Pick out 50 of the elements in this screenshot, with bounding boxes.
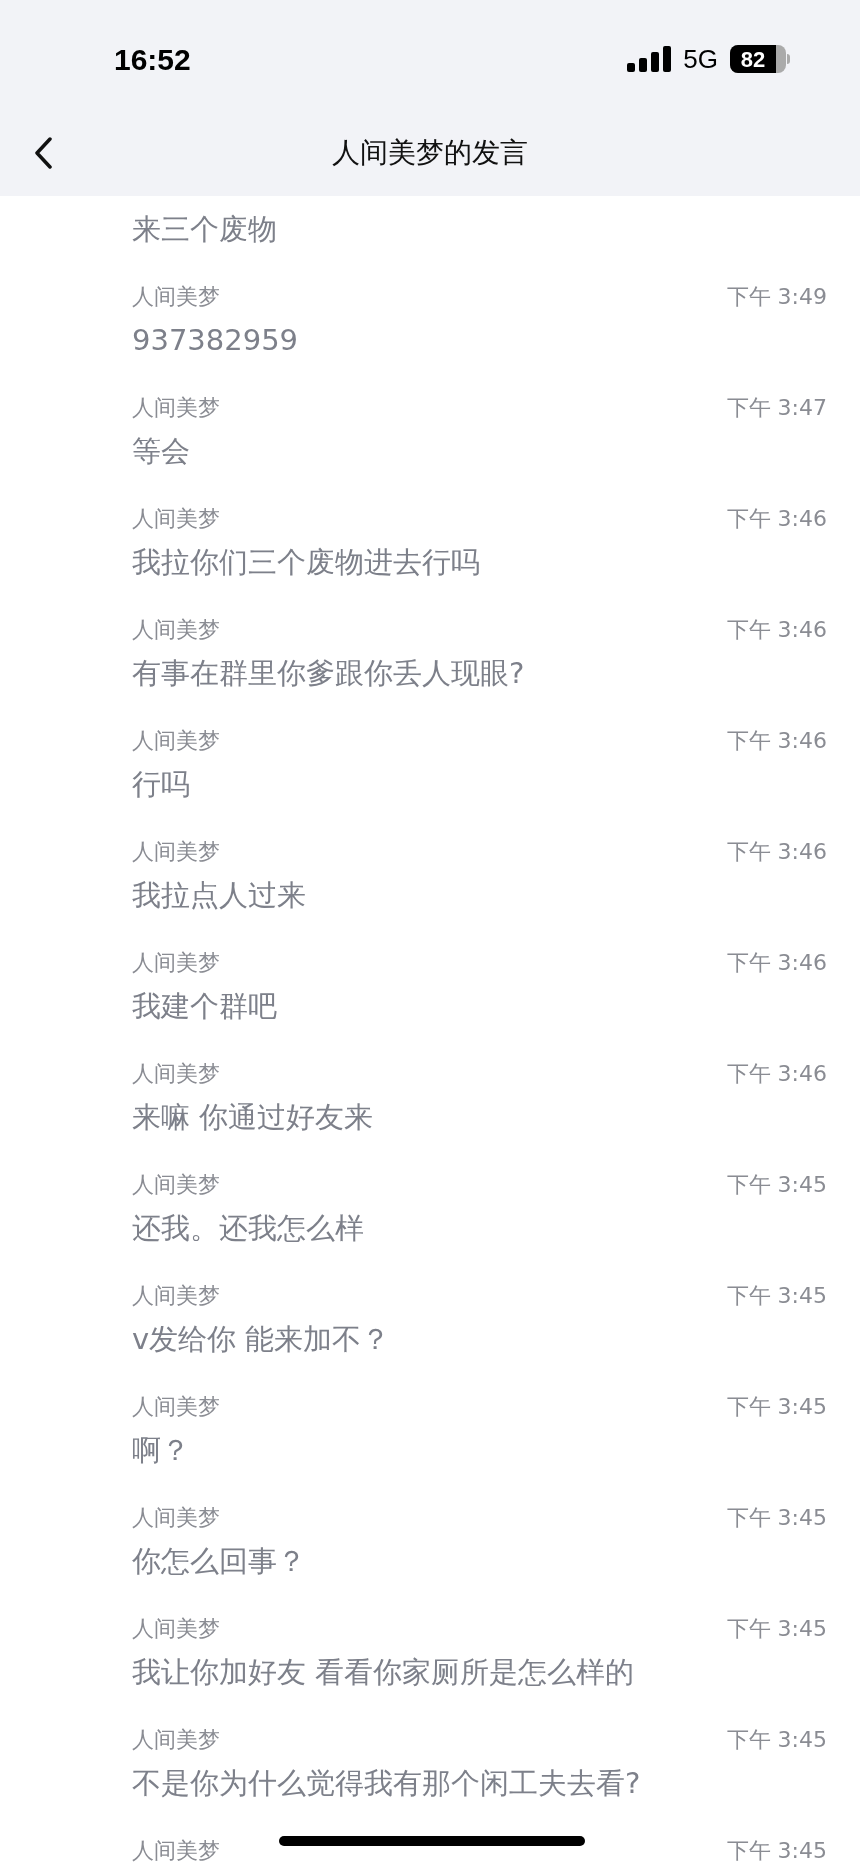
message-time: 下午 3:49 xyxy=(726,282,827,311)
message-time: 下午 3:45 xyxy=(726,1170,827,1199)
message-text: 等会 xyxy=(132,433,190,471)
message-text: v发给你 能来加不？ xyxy=(132,1321,391,1359)
sender-name: 人间美梦 xyxy=(132,282,220,311)
message-text: 不是你为什么觉得我有那个闲工夫去看? xyxy=(132,1765,641,1803)
sender-name: 人间美梦 xyxy=(132,615,220,644)
message-text: 行吗 xyxy=(132,766,190,804)
message-time: 下午 3:46 xyxy=(726,615,827,644)
network-label: 5G xyxy=(683,42,718,76)
message-time: 下午 3:46 xyxy=(726,1059,827,1088)
message-time: 下午 3:45 xyxy=(726,1614,827,1643)
sender-name: 人间美梦 xyxy=(132,1170,220,1199)
sender-name: 人间美梦 xyxy=(132,1281,220,1310)
message-text: 你怎么回事？ xyxy=(132,1543,306,1581)
sender-name: 人间美梦 xyxy=(132,1836,220,1864)
message-time: 下午 3:46 xyxy=(726,504,827,533)
message-time: 下午 3:45 xyxy=(726,1725,827,1754)
message-time: 下午 3:45 xyxy=(726,1836,827,1864)
message-text: 我拉点人过来 xyxy=(132,877,306,915)
sender-name: 人间美梦 xyxy=(132,393,220,422)
sender-name: 人间美梦 xyxy=(132,948,220,977)
message-text: 937382959 xyxy=(132,322,299,360)
message-time: 下午 3:47 xyxy=(726,393,827,422)
message-text: 我拉你们三个废物进去行吗 xyxy=(132,544,480,582)
message-time: 下午 3:45 xyxy=(726,1503,827,1532)
message-time: 下午 3:46 xyxy=(726,726,827,755)
message-text: 来嘛 你通过好友来 xyxy=(132,1099,374,1137)
sender-name: 人间美梦 xyxy=(132,726,220,755)
message-text: 啊？ xyxy=(132,1432,190,1470)
page-title: 人间美梦的发言 xyxy=(332,135,528,171)
sender-name: 人间美梦 xyxy=(132,1392,220,1421)
message-text: 有事在群里你爹跟你丢人现眼? xyxy=(132,655,525,693)
back-icon[interactable] xyxy=(34,137,52,169)
message-text: 来三个废物 xyxy=(132,211,277,249)
sender-name: 人间美梦 xyxy=(132,1503,220,1532)
message-time: 下午 3:46 xyxy=(726,837,827,866)
message-text: 我建个群吧 xyxy=(132,988,277,1026)
message-time: 下午 3:45 xyxy=(726,1281,827,1310)
sender-name: 人间美梦 xyxy=(132,504,220,533)
sender-name: 人间美梦 xyxy=(132,1725,220,1754)
message-time: 下午 3:46 xyxy=(726,948,827,977)
status-time: 16:52 xyxy=(114,41,191,78)
message-time: 下午 3:45 xyxy=(726,1392,827,1421)
sender-name: 人间美梦 xyxy=(132,1614,220,1643)
sender-name: 人间美梦 xyxy=(132,1059,220,1088)
message-text: 我让你加好友 看看你家厕所是怎么样的 xyxy=(132,1654,635,1692)
signal-icon xyxy=(627,46,672,72)
message-text: 还我。还我怎么样 xyxy=(132,1210,364,1248)
sender-name: 人间美梦 xyxy=(132,837,220,866)
